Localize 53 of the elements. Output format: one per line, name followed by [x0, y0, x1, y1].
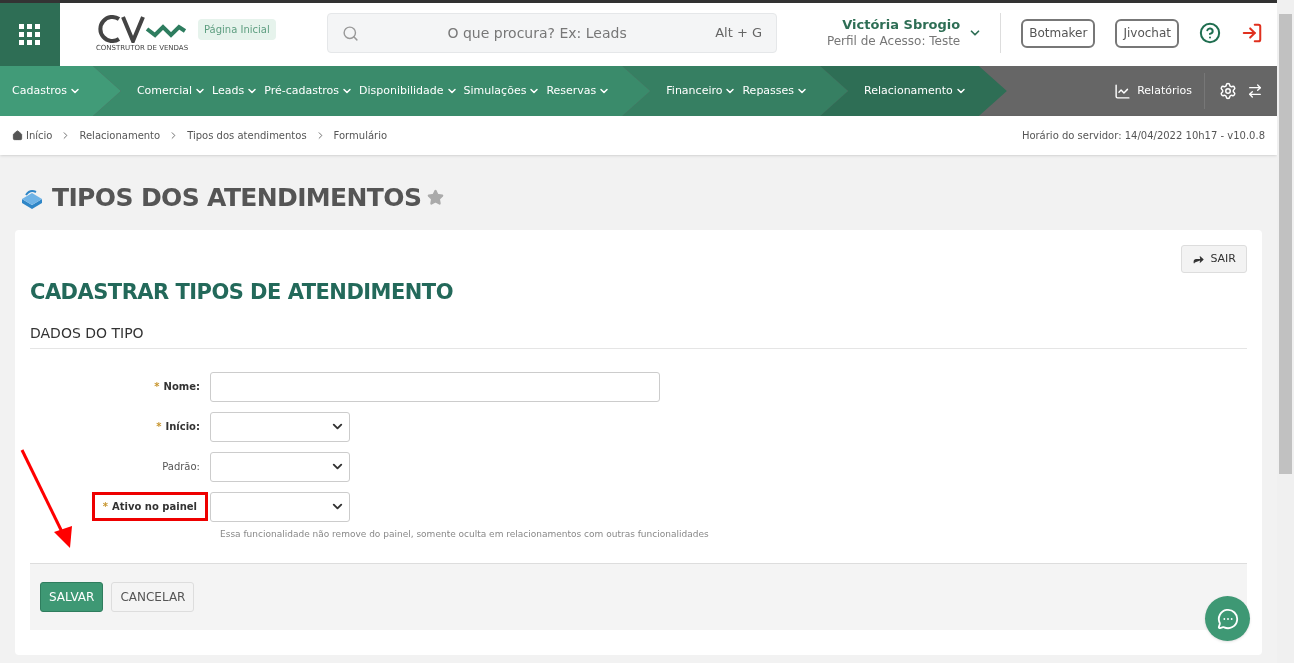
swap-icon[interactable] — [1247, 83, 1263, 99]
chat-button[interactable] — [1205, 596, 1250, 641]
help-text: Essa funcionalidade não remove do painel, somente oculta em relacionamentos com outras funcionalidades — [220, 527, 710, 541]
user-name: Victória Sbrogio — [842, 17, 961, 33]
text-input[interactable] — [210, 371, 660, 402]
page-title: TIPOS DOS ATENDIMENTOS — [52, 181, 422, 214]
form-title: CADASTRAR TIPOS DE ATENDIMENTO — [30, 279, 454, 306]
breadcrumb-link[interactable]: Relacionamento — [79, 128, 161, 143]
nav-menu-item[interactable]: Repasses — [742, 82, 809, 100]
header-button[interactable]: Jivochat — [1115, 18, 1179, 48]
field-label: * Nome: — [154, 380, 200, 394]
nav-menu-item[interactable]: Disponibilidade — [358, 82, 458, 100]
select-field[interactable] — [210, 451, 350, 482]
reports-link[interactable]: Relatórios — [1114, 73, 1205, 109]
select-field[interactable] — [210, 491, 350, 522]
save-button[interactable]: SALVAR — [40, 582, 104, 612]
nav-menu-item[interactable]: Simulações — [463, 82, 541, 100]
breadcrumb-link[interactable]: Tipos dos atendimentos — [187, 128, 307, 143]
field-label: * Ativo no painel — [91, 492, 208, 521]
logo-icon — [97, 15, 187, 44]
field-label: Padrão: — [162, 460, 200, 474]
user-profile: Perfil de Acesso: Teste — [826, 33, 961, 49]
home-icon — [12, 130, 23, 141]
nav-menu-item[interactable]: Financeiro — [666, 82, 737, 100]
tooltip: Página Inicial — [198, 19, 276, 41]
apps-menu-button[interactable] — [0, 3, 60, 66]
cancel-button[interactable]: CANCELAR — [111, 582, 195, 612]
shortcut-hint: Alt + G — [715, 24, 762, 43]
exit-button[interactable]: SAIR — [1181, 245, 1247, 273]
nav-menu-item[interactable]: Reservas — [546, 82, 611, 100]
field-label: * Início: — [156, 420, 200, 434]
nav-menu-item[interactable]: Comercial — [136, 82, 206, 100]
breadcrumb-link[interactable]: Início — [26, 128, 53, 143]
line-chart-icon — [1114, 82, 1132, 100]
settings-icon[interactable] — [1219, 82, 1237, 100]
search-field[interactable]: O que procura? Ex: Leads Alt + G — [327, 13, 777, 53]
breadcrumb-link[interactable]: Formulário — [333, 128, 388, 143]
search-input[interactable]: O que procura? Ex: Leads — [359, 22, 716, 44]
section-title: DADOS DO TIPO — [30, 322, 1247, 349]
chat-bubble-icon — [1216, 607, 1239, 630]
user-menu[interactable]: Victória Sbrogio Perfil de Acesso: Teste — [826, 13, 1002, 53]
nav-menu-item[interactable]: Leads — [212, 82, 259, 100]
select-field[interactable] — [210, 411, 350, 442]
search-icon — [342, 24, 359, 42]
grid-icon — [19, 23, 41, 46]
nav-menu-item[interactable]: Pré-cadastros — [264, 82, 353, 100]
nav-menu-item[interactable]: Cadastros — [12, 82, 81, 100]
logout-icon[interactable] — [1241, 22, 1263, 44]
nav-menu-item[interactable]: Relacionamento — [864, 82, 967, 100]
header-button[interactable]: Botmaker — [1021, 18, 1096, 48]
help-icon[interactable] — [1199, 22, 1221, 44]
favorite-star-icon[interactable] — [427, 189, 445, 206]
server-time: Horário do servidor: 14/04/2022 10h17 - v10.0.8 — [1021, 129, 1265, 143]
